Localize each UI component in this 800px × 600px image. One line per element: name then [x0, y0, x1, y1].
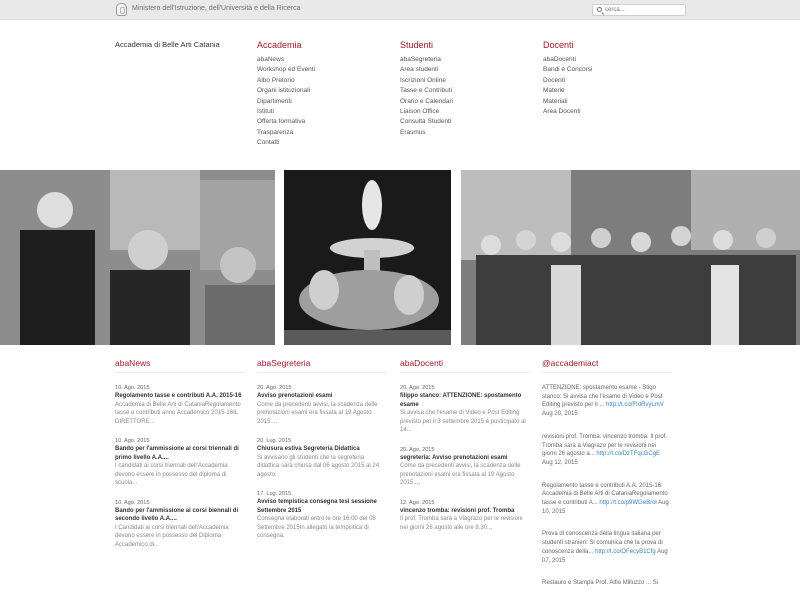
nav-link[interactable]: Orario e Calendari [400, 97, 530, 107]
nav-link[interactable]: abaNews [257, 55, 387, 65]
nav-column-accademia: Accademia abaNews Workshop ed Eventi Alb… [257, 40, 387, 149]
nav-link[interactable]: Consulta Studenti [400, 117, 530, 127]
tweet-item: Prova di conoscenza della lingua italian… [542, 530, 672, 565]
nav-link[interactable]: Istituti [257, 107, 387, 117]
nav-link[interactable]: Offerta formativa [257, 117, 387, 127]
post-date: 12. Ago. 2015 [400, 499, 435, 506]
nav-column-studenti: Studenti abaSegreteria Area studenti Isc… [400, 40, 530, 138]
post-date: 10. Ago. 2015 [115, 499, 150, 506]
photo-group[interactable] [461, 170, 800, 345]
search-input[interactable] [592, 4, 686, 16]
post-excerpt: Come da precedenti avvisi, la scadenza d… [257, 401, 378, 425]
abadocenti-heading[interactable]: abaDocenti [400, 358, 530, 373]
search-icon [597, 7, 602, 12]
post-date: 10. Ago. 2015 [115, 438, 150, 444]
photo-officials-image [0, 170, 275, 345]
nav-link[interactable]: abaDocenti [543, 55, 673, 65]
tweet-link[interactable]: http://t.co/DzTFqcGCgE [596, 451, 660, 457]
post-date: 10. Ago. 2015 [115, 385, 150, 391]
abadocenti-column: abaDocenti 20. Ago. 2015 filippo stanco:… [400, 358, 530, 543]
news-item[interactable]: 10. Ago. 2015 Regolamento tasse e contri… [115, 384, 245, 426]
segreteria-item[interactable]: 20. Lug. 2015 Chiusura estiva Segreteria… [257, 437, 387, 479]
post-excerpt: Come da precedenti avvisi, la scadenza d… [400, 463, 521, 486]
post-excerpt: Si avvisano gli studenti che la segreter… [257, 454, 380, 478]
nav-link[interactable]: Area studenti [400, 65, 530, 75]
ministry-seal-icon [116, 3, 127, 16]
twitter-column: @accademiact ATTENZIONE: spostamento esa… [542, 358, 672, 600]
nav-link[interactable]: Albo Pretorio [257, 76, 387, 86]
news-item[interactable]: 10. Ago. 2015 Bando per l'ammissione ai … [115, 499, 245, 550]
post-title[interactable]: Regolamento tasse e contributi A.A. 2015… [115, 392, 245, 401]
ministry-name: Ministero dell'Istruzione, dell'Universi… [132, 5, 301, 12]
post-excerpt: I candidati ai corsi triennali dell'Acca… [115, 463, 228, 486]
post-title[interactable]: Avviso prenotazioni esami [257, 392, 387, 401]
nav-link[interactable]: Erasmus [400, 128, 530, 138]
nav-link[interactable]: Area Docenti [543, 107, 673, 117]
docenti-item[interactable]: 20. Ago. 2015 filippo stanco: ATTENZIONE… [400, 384, 530, 435]
nav-link[interactable]: Iscrizioni Online [400, 76, 530, 86]
nav-link[interactable]: Organi istituzionali [257, 86, 387, 96]
photo-officials[interactable] [0, 170, 275, 345]
abasegreteria-heading[interactable]: abaSegreteria [257, 358, 387, 373]
nav-link[interactable]: Trasparenza [257, 128, 387, 138]
nav-link[interactable]: Liaison Office [400, 107, 530, 117]
post-date: 20. Ago. 2015 [257, 385, 292, 391]
post-date: 20. Lug. 2015 [257, 438, 292, 444]
tweet-link[interactable]: http://t.co/FIdRvyLmV [606, 402, 664, 408]
tweet-item: Regolamento tasse e contributi A.A. 2015… [542, 482, 672, 517]
post-date: 20. Ago. 2015 [400, 446, 435, 453]
photo-group-image [461, 170, 800, 345]
academy-logo-text[interactable]: Accademia di Belle Arti Catania [115, 41, 235, 49]
nav-column-docenti: Docenti abaDocenti Bandi e Concorsi Doce… [543, 40, 673, 117]
nav-link[interactable]: Materiali [543, 97, 673, 107]
top-bar: Ministero dell'Istruzione, dell'Universi… [0, 0, 800, 20]
post-title[interactable]: Chiusura estiva Segreteria Didattica [257, 445, 387, 454]
photo-fountain[interactable] [284, 170, 451, 345]
tweet-text: Restauro e Stampa Prof. Alfio Milluzzo .… [542, 580, 659, 587]
tweet-item: ATTENZIONE: spostamento esame - Stigo st… [542, 384, 672, 419]
news-item[interactable]: 10. Ago. 2015 Bando per l'ammissione ai … [115, 437, 245, 488]
abanews-column: abaNews 10. Ago. 2015 Regolamento tasse … [115, 358, 245, 560]
abanews-heading[interactable]: abaNews [115, 358, 245, 373]
nav-link[interactable]: Dipartimenti [257, 97, 387, 107]
post-excerpt: Il prof. Tromba sarà a Viagrazo per le r… [400, 516, 523, 531]
post-excerpt: Accademia di Belle Arti di CataniaRegola… [115, 401, 241, 425]
post-title[interactable]: Avviso tempistica consegna tesi sessione… [257, 498, 387, 515]
nav-link[interactable]: Contatti [257, 138, 387, 148]
post-excerpt: Si avvisa che l'esame di Video e Post Ed… [400, 410, 526, 433]
post-date: 20. Ago. 2015 [400, 385, 435, 391]
tweet-date: Aug 12, 2015 [542, 459, 578, 466]
post-title[interactable]: Bando per l'ammissione ai corsi biennali… [115, 507, 245, 524]
abasegreteria-column: abaSegreteria 20. Ago. 2015 Avviso preno… [257, 358, 387, 552]
tweet-link[interactable]: http://t.co/p9WGeBrol [599, 500, 656, 506]
post-title[interactable]: Bando per l'ammissione ai corsi triennal… [115, 445, 245, 462]
tweet-date: Aug 20, 2015 [542, 411, 578, 418]
post-title[interactable]: vincenzo tromba: revisioni prof. Tromba [400, 507, 530, 516]
nav-link[interactable]: Bandi e Concorsi [543, 65, 673, 75]
photo-fountain-image [284, 170, 451, 345]
nav-link[interactable]: Docenti [543, 76, 673, 86]
segreteria-item[interactable]: 17. Lug. 2015 Avviso tempistica consegna… [257, 490, 387, 541]
nav-heading-studenti[interactable]: Studenti [400, 40, 530, 50]
docenti-item[interactable]: 20. Ago. 2015 segreteria: Avviso prenota… [400, 446, 530, 488]
post-excerpt: I Candidati ai corsi biennali dell'Accad… [115, 524, 229, 548]
post-date: 17. Lug. 2015 [257, 491, 292, 497]
nav-link[interactable]: Tasse e Contributi [400, 86, 530, 96]
nav-link[interactable]: Materie [543, 86, 673, 96]
tweet-link[interactable]: http://t.co/OFecyB1Cfg [595, 549, 656, 555]
nav-link[interactable]: abaSegreteria [400, 55, 530, 65]
segreteria-item[interactable]: 20. Ago. 2015 Avviso prenotazioni esami … [257, 384, 387, 426]
nav-heading-docenti[interactable]: Docenti [543, 40, 673, 50]
nav-heading-accademia[interactable]: Accademia [257, 40, 387, 50]
post-excerpt: Consegna elaborati entro le ore 16:00 de… [257, 516, 376, 539]
tweet-item: Restauro e Stampa Prof. Alfio Milluzzo .… [542, 579, 672, 588]
twitter-heading[interactable]: @accademiact [542, 358, 672, 373]
nav-link[interactable]: Workshop ed Eventi [257, 65, 387, 75]
tweet-item: revisioni prof. Tromba: vincenzo tromba:… [542, 433, 672, 468]
post-title[interactable]: filippo stanco: ATTENZIONE: spostamento … [400, 392, 530, 409]
docenti-item[interactable]: 12. Ago. 2015 vincenzo tromba: revisioni… [400, 499, 530, 533]
post-title[interactable]: segreteria: Avviso prenotazioni esami [400, 454, 530, 463]
